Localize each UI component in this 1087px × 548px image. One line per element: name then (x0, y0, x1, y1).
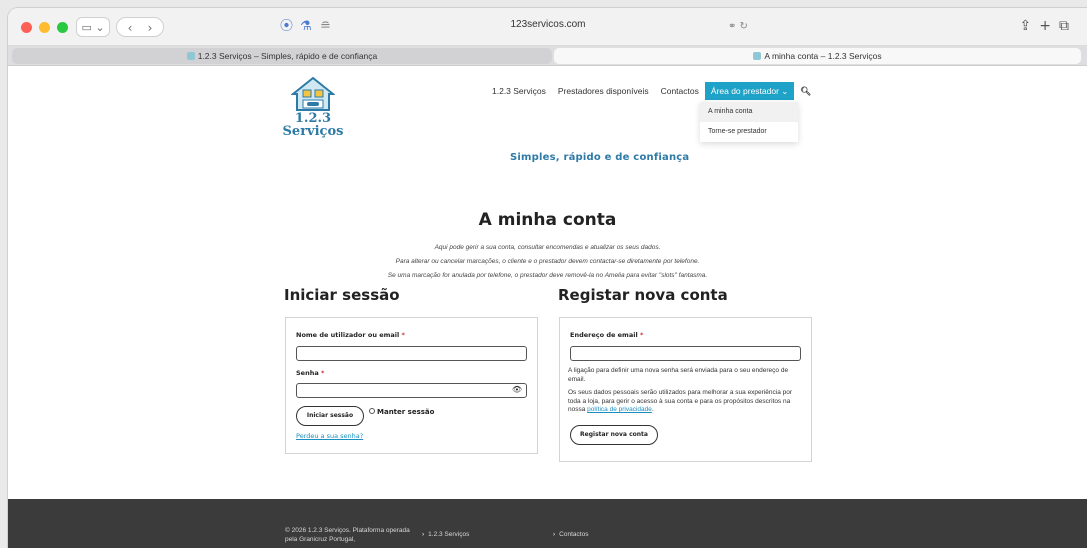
menu-item-provider-area[interactable]: Área do prestador ⌄ (704, 82, 795, 100)
register-form: Endereço de email * A ligação para defin… (559, 317, 812, 462)
close-window-button[interactable] (21, 22, 32, 33)
provider-area-dropdown: A minha conta Torne-se prestador (700, 102, 798, 142)
menu-item-providers[interactable]: Prestadores disponíveis (552, 82, 655, 100)
remember-me-label: Manter sessão (377, 408, 435, 416)
main-menu: 1.2.3 Serviços Prestadores disponíveis C… (486, 82, 817, 100)
reader-icon[interactable]: ≘ (320, 17, 331, 37)
tab-home[interactable]: 1.2.3 Serviços – Simples, rápido e de co… (12, 48, 552, 64)
intro-line: Aqui pode gerir a sua conta, consultar e… (434, 244, 661, 251)
register-title: Registar nova conta (558, 286, 728, 304)
required-mark: * (321, 369, 325, 377)
password-label: Senha * (296, 369, 324, 377)
username-input[interactable] (296, 346, 527, 361)
favicon-icon (186, 52, 195, 60)
email-label-text: Endereço de email (570, 331, 638, 339)
email-input[interactable] (570, 346, 801, 361)
tab-bar: 1.2.3 Serviços – Simples, rápido e de co… (8, 46, 1087, 66)
required-mark: * (401, 331, 405, 339)
password-label-text: Senha (296, 369, 319, 377)
footer-link-home[interactable]: 1.2.3 Serviços (422, 530, 469, 539)
navigation-buttons: ‹ › (116, 17, 164, 37)
site-tagline: Simples, rápido e de confiança (510, 152, 690, 163)
show-password-icon[interactable]: 👁︎ (512, 385, 522, 394)
login-button[interactable]: Iniciar sessão (296, 406, 364, 426)
password-input[interactable]: 👁︎ (296, 383, 527, 398)
lost-password-link[interactable]: Perdeu a sua senha? (296, 432, 363, 440)
privacy-policy-link[interactable]: política de privacidade (587, 406, 652, 413)
browser-toolbar: ▭ ⌄ ‹ › ⦿ ⚗ ≘ 123servicos.com ⚭ ↻ ⇪+⧉ (8, 8, 1087, 46)
address-bar[interactable]: 123servicos.com (428, 19, 668, 30)
site-header: 1.2.3 Serviços 1.2.3 Serviços Prestadore… (8, 66, 1087, 172)
browser-window: ▭ ⌄ ‹ › ⦿ ⚗ ≘ 123servicos.com ⚭ ↻ ⇪+⧉ 1.2… (8, 8, 1087, 548)
sidebar-toggle-icon[interactable]: ▭ ⌄ (76, 17, 110, 37)
maximize-window-button[interactable] (57, 22, 68, 33)
translate-icon[interactable]: ⚭ ↻ (728, 17, 748, 37)
site-logo[interactable]: 1.2.3 Serviços (282, 76, 344, 138)
username-label-text: Nome de utilizador ou email (296, 331, 400, 339)
minimize-window-button[interactable] (39, 22, 50, 33)
tab-label: A minha conta – 1.2.3 Serviços (764, 51, 882, 61)
footer-link-contacts[interactable]: Contactos (553, 530, 588, 539)
privacy-text: Os seus dados pessoais serão utilizados … (568, 389, 793, 413)
logo-name: Serviços (282, 124, 344, 139)
username-label: Nome de utilizador ou email * (296, 331, 405, 339)
main-content: A minha conta Aqui pode gerir a sua cont… (8, 172, 1087, 499)
intro-line: Se uma marcação for anulada por telefone… (387, 272, 708, 279)
required-mark: * (639, 331, 644, 339)
extension-icon[interactable]: ⦿ (280, 17, 293, 37)
menu-item-contacts[interactable]: Contactos (655, 82, 705, 100)
intro-line: Para alterar ou cancelar marcações, o cl… (395, 258, 700, 265)
flask-icon[interactable]: ⚗ (300, 17, 312, 37)
register-button[interactable]: Registar nova conta (570, 425, 658, 445)
favicon-icon (753, 52, 762, 60)
footer-copyright: © 2026 1.2.3 Serviços. Plataforma operad… (285, 527, 410, 543)
share-icon[interactable]: ⇪ (1020, 18, 1040, 34)
new-tab-icon[interactable]: + (1039, 18, 1059, 34)
checkbox-icon[interactable] (369, 408, 375, 414)
forward-icon[interactable]: › (140, 18, 160, 38)
password-info-text: A ligação para definir uma nova senha se… (568, 367, 789, 383)
dropdown-item-my-account[interactable]: A minha conta (700, 102, 798, 122)
remember-me-checkbox[interactable]: Manter sessão (369, 408, 434, 416)
search-icon[interactable]: 🔍︎ (794, 82, 817, 100)
page-title: A minha conta (478, 210, 617, 230)
house-logo-icon (291, 76, 335, 111)
email-label: Endereço de email * (570, 331, 643, 339)
login-title: Iniciar sessão (284, 286, 400, 304)
tab-my-account[interactable]: A minha conta – 1.2.3 Serviços (554, 48, 1081, 64)
back-icon[interactable]: ‹ (120, 18, 140, 38)
menu-item-home[interactable]: 1.2.3 Serviços (486, 82, 552, 100)
dropdown-item-become-provider[interactable]: Torne-se prestador (700, 122, 798, 142)
toolbar-right-icons: ⇪+⧉ (1020, 18, 1077, 34)
site-footer: © 2026 1.2.3 Serviços. Plataforma operad… (8, 499, 1087, 548)
tab-label: 1.2.3 Serviços – Simples, rápido e de co… (197, 51, 378, 61)
login-form: Nome de utilizador ou email * Senha * 👁︎… (285, 317, 538, 454)
tab-overview-icon[interactable]: ⧉ (1059, 18, 1077, 34)
